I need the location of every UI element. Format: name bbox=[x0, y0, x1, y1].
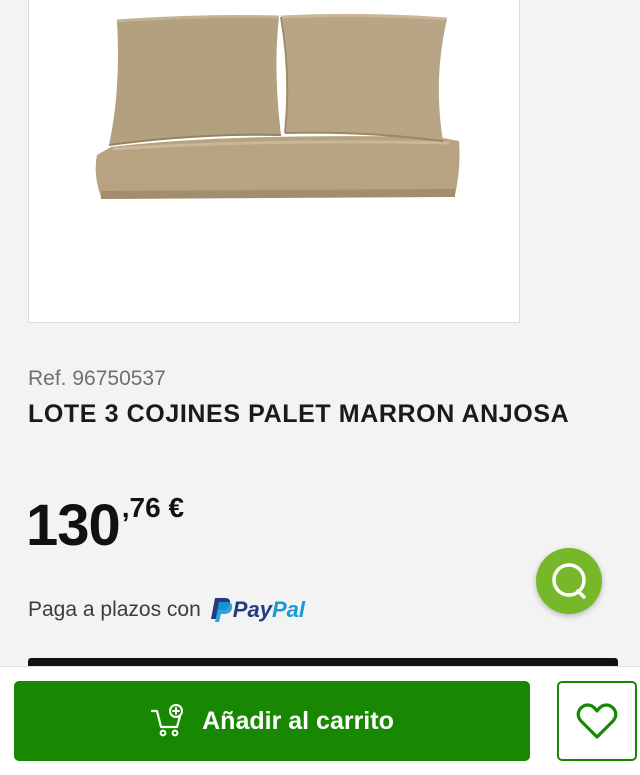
paypal-word-pal: Pal bbox=[271, 597, 305, 622]
price-integer: 130 bbox=[26, 493, 121, 558]
product-page: Ref. 96750537 LOTE 3 COJINES PALET MARRO… bbox=[0, 0, 640, 775]
price-decimal: ,76 € bbox=[121, 492, 185, 523]
chat-button[interactable] bbox=[536, 548, 602, 614]
cushion-set-illustration bbox=[95, 13, 460, 199]
wishlist-button[interactable] bbox=[557, 681, 637, 761]
product-price: 130,76 € bbox=[26, 492, 184, 559]
paypal-icon bbox=[210, 598, 232, 622]
heart-icon bbox=[576, 703, 618, 739]
paypal-word-pay: Pay bbox=[232, 597, 272, 622]
add-to-cart-label: Añadir al carrito bbox=[202, 706, 394, 735]
add-to-cart-button[interactable]: Añadir al carrito bbox=[14, 681, 530, 761]
paypal-logo: PayPal bbox=[209, 597, 305, 623]
product-reference: Ref. 96750537 bbox=[28, 367, 166, 390]
installments-text: Paga a plazos con bbox=[28, 598, 201, 621]
add-to-cart-icon bbox=[150, 703, 186, 739]
product-title: LOTE 3 COJINES PALET MARRON ANJOSA bbox=[28, 400, 570, 428]
installments-row[interactable]: Paga a plazos con PayPal bbox=[28, 597, 305, 623]
chat-bubble-icon bbox=[552, 563, 586, 599]
product-image[interactable] bbox=[28, 0, 520, 323]
